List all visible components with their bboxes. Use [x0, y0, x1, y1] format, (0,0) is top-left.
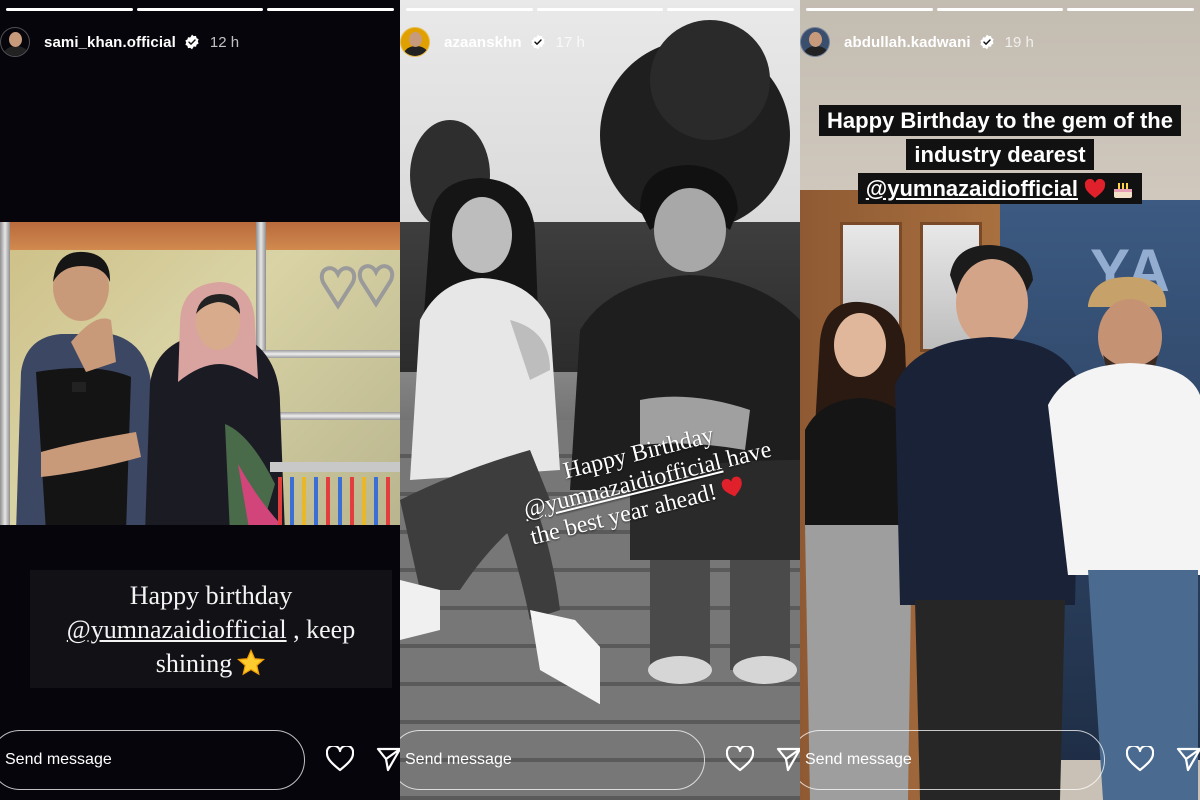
- username[interactable]: azaanskhn: [444, 34, 522, 51]
- story-caption: Happy birthday @yumnazaidiofficial , kee…: [30, 570, 392, 688]
- send-icon[interactable]: [1176, 746, 1200, 772]
- avatar[interactable]: [400, 27, 430, 57]
- username[interactable]: abdullah.kadwani: [844, 34, 971, 51]
- progress-segment: [6, 8, 133, 11]
- avatar[interactable]: [0, 27, 30, 57]
- send-message-input[interactable]: Send message: [800, 730, 1105, 790]
- man-figure: [1048, 276, 1200, 800]
- progress-segment: [136, 8, 264, 11]
- send-icon[interactable]: [776, 746, 800, 772]
- story-panel-abdullah-kadwani[interactable]: YA abdullah.kadwani 19 h Happy Birthday …: [800, 0, 1200, 800]
- story-progress: [806, 8, 1195, 11]
- star-emoji: [237, 648, 266, 676]
- progress-segment: [667, 8, 795, 11]
- cake-emoji: [1114, 183, 1133, 198]
- story-header: azaanskhn 17 h: [400, 22, 800, 62]
- caption-line: shining: [155, 649, 233, 678]
- story-panel-sami-khan[interactable]: sami_khan.official 12 h Happy birthday @…: [0, 0, 400, 800]
- story-header: sami_khan.official 12 h: [0, 22, 400, 62]
- story-progress: [406, 8, 795, 11]
- send-message-input[interactable]: Send message: [0, 730, 305, 790]
- username[interactable]: sami_khan.official: [44, 34, 176, 51]
- story-time: 17 h: [555, 33, 585, 51]
- avatar[interactable]: [800, 27, 830, 57]
- story-photo: [0, 222, 400, 525]
- caption-line: Happy birthday: [129, 581, 293, 610]
- progress-segment: [536, 8, 664, 11]
- story-progress: [6, 8, 395, 11]
- mention-link[interactable]: @yumnazaidiofficial: [67, 615, 287, 644]
- woman-figure: [145, 282, 285, 525]
- story-panel-azaanskhn[interactable]: azaanskhn 17 h Happy Birthday @yumnazaid…: [400, 0, 800, 800]
- cables-decoration: [270, 462, 400, 525]
- progress-segment: [406, 8, 533, 11]
- story-caption: Happy Birthday to the gem of the industr…: [800, 104, 1200, 206]
- progress-segment: [1067, 8, 1195, 11]
- red-heart-emoji: [1085, 179, 1106, 198]
- heart-icon[interactable]: [1126, 746, 1154, 772]
- story-footer: Send message: [800, 730, 1200, 790]
- caption-line: Happy Birthday to the gem of the: [819, 105, 1181, 136]
- verified-icon: [980, 34, 994, 50]
- story-time: 19 h: [1004, 33, 1034, 51]
- mention-link[interactable]: @yumnazaidiofficial: [866, 176, 1078, 201]
- heart-decoration: [319, 264, 395, 310]
- story-footer: Send message: [0, 730, 400, 790]
- progress-segment: [806, 8, 933, 11]
- red-heart-emoji: [721, 476, 742, 497]
- progress-segment: [936, 8, 1064, 11]
- progress-segment: [267, 8, 395, 11]
- caption-line: industry dearest: [906, 139, 1094, 170]
- verified-icon: [531, 34, 545, 50]
- heart-icon[interactable]: [326, 746, 354, 772]
- caption-text: , keep: [286, 615, 356, 644]
- story-footer: Send message: [400, 730, 800, 790]
- send-message-input[interactable]: Send message: [400, 730, 705, 790]
- story-time: 12 h: [209, 33, 240, 51]
- heart-icon[interactable]: [726, 746, 754, 772]
- story-header: abdullah.kadwani 19 h: [800, 22, 1200, 62]
- verified-icon: [185, 34, 199, 50]
- send-icon[interactable]: [376, 746, 400, 772]
